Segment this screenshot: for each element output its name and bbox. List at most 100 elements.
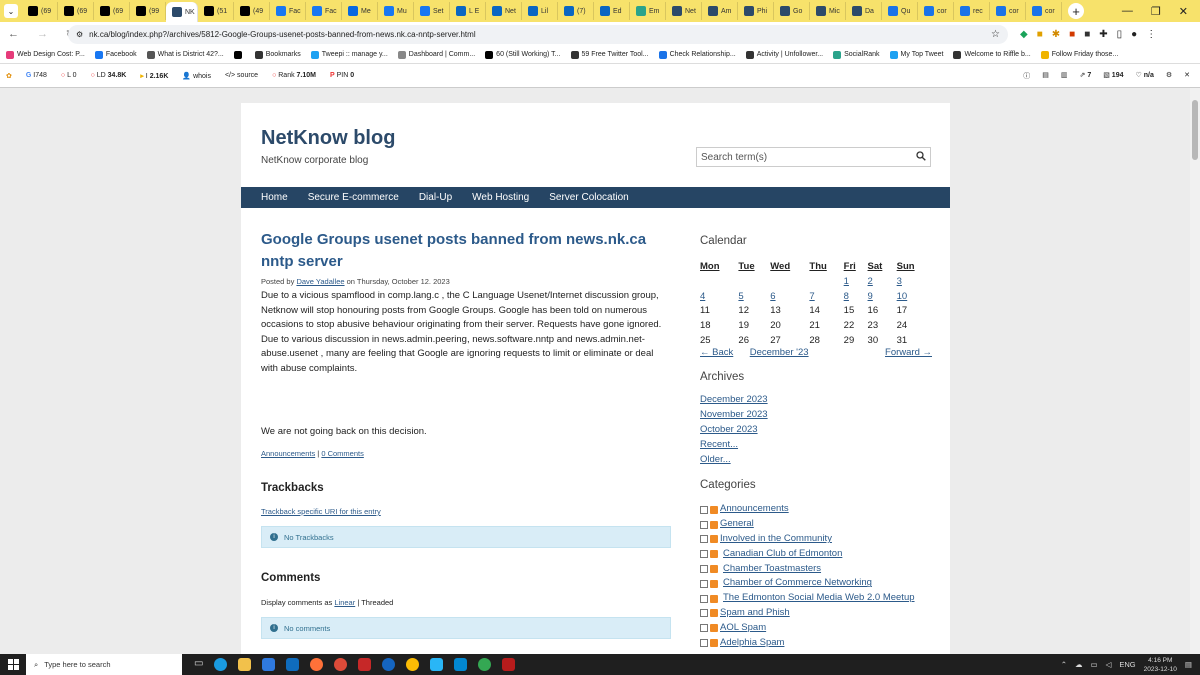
task-view-icon[interactable]: ▭	[194, 658, 203, 671]
extension-icon[interactable]: ■	[1084, 29, 1090, 40]
category-link[interactable]: Adelphia Spam	[720, 636, 784, 651]
comments-link[interactable]: 0 Comments	[321, 449, 364, 458]
seoquake-icon[interactable]: ✿	[6, 72, 12, 80]
category-checkbox[interactable]	[700, 609, 708, 618]
calendar-day[interactable]: 7	[809, 289, 843, 304]
bookmark-item[interactable]	[233, 50, 245, 59]
calendar-day-header[interactable]: Thu	[809, 261, 843, 274]
menu-item[interactable]: Home	[261, 192, 288, 203]
category-checkbox[interactable]	[700, 624, 708, 633]
calendar-day[interactable]: 8	[844, 289, 868, 304]
seo-close-icon[interactable]: ✕	[1184, 71, 1190, 81]
browser-tab[interactable]: Net	[666, 2, 702, 20]
edge-icon[interactable]	[214, 658, 228, 671]
bookmark-item[interactable]: Bookmarks	[254, 50, 301, 59]
menu-item[interactable]: Dial-Up	[419, 192, 452, 203]
notifications-icon[interactable]: ▤	[1185, 660, 1192, 669]
tab-search-icon[interactable]: ⌄	[4, 4, 18, 18]
volume-icon[interactable]: ◁	[1106, 660, 1112, 669]
rss-icon[interactable]	[710, 565, 718, 573]
bookmark-item[interactable]: Check Relationship...	[658, 50, 736, 59]
seo-i[interactable]: ▸ I 2.16K	[140, 72, 168, 80]
calendar-day-header[interactable]: Fri	[844, 261, 868, 274]
calendar-month-link[interactable]: December '23	[750, 347, 809, 358]
calendar-day-header[interactable]: Tue	[738, 261, 770, 274]
archive-link[interactable]: October 2023	[700, 423, 932, 438]
rss-icon[interactable]	[710, 579, 718, 588]
browser-tab[interactable]: Net	[486, 2, 522, 20]
browser-tab[interactable]: Go	[774, 2, 810, 20]
trackback-uri-link[interactable]: Trackback specific URI for this entry	[261, 507, 381, 516]
browser-tab[interactable]: Ed	[594, 2, 630, 20]
bookmark-item[interactable]: Follow Friday those...	[1040, 50, 1118, 59]
browser-tab[interactable]: Qu	[882, 2, 918, 20]
file-explorer-icon[interactable]	[238, 658, 252, 671]
new-tab-button[interactable]: +	[1068, 3, 1084, 19]
category-link[interactable]: Chamber Toastmasters	[723, 562, 821, 577]
sidebar-icon[interactable]: ▯	[1117, 29, 1123, 40]
app-icon[interactable]	[430, 658, 444, 671]
puzzle-icon[interactable]: ✚	[1099, 29, 1107, 40]
chrome-icon[interactable]	[334, 658, 348, 671]
browser-tab[interactable]: Set	[414, 2, 450, 20]
url-text[interactable]: nk.ca/blog/index.php?/archives/5812-Goog…	[89, 30, 985, 39]
category-link[interactable]: Chamber of Commerce Networking	[723, 576, 872, 591]
calendar-day[interactable]: 10	[897, 289, 932, 304]
extension-icon[interactable]: ✱	[1052, 29, 1060, 40]
app-icon[interactable]	[382, 658, 396, 671]
bookmark-item[interactable]: Facebook	[94, 50, 137, 59]
calendar-day-header[interactable]: Sat	[868, 261, 897, 274]
browser-tab[interactable]: (69	[58, 2, 94, 20]
calendar-day[interactable]: 2	[868, 274, 897, 289]
browser-tab[interactable]: (99	[130, 2, 166, 20]
calendar-day[interactable]: 6	[770, 289, 809, 304]
seo-settings-icon[interactable]: ⚙	[1166, 71, 1172, 81]
category-checkbox[interactable]	[700, 520, 708, 529]
category-link[interactable]: AOL Spam	[720, 621, 766, 636]
bookmark-item[interactable]: 59 Free Twitter Tool...	[570, 50, 649, 59]
category-checkbox[interactable]	[700, 638, 708, 647]
close-window-icon[interactable]: ✕	[1179, 5, 1188, 18]
bookmark-item[interactable]: SocialRank	[833, 50, 880, 59]
browser-tab[interactable]: Lil	[522, 2, 558, 20]
browser-tab[interactable]: cor	[918, 2, 954, 20]
app-icon[interactable]	[502, 658, 516, 671]
archive-link[interactable]: December 2023	[700, 393, 932, 408]
browser-tab[interactable]: Am	[702, 2, 738, 20]
extension-icon[interactable]: ■	[1037, 29, 1043, 40]
category-checkbox[interactable]	[700, 535, 708, 544]
seo-l[interactable]: ○ L 0	[61, 72, 77, 79]
browser-tab[interactable]: Fac	[306, 2, 342, 20]
minimize-icon[interactable]: —	[1122, 5, 1133, 18]
extension-icon[interactable]: ■	[1069, 29, 1075, 40]
browser-tab[interactable]: cor	[1026, 2, 1062, 20]
rss-icon[interactable]	[710, 550, 718, 559]
extension-icon[interactable]: ◆	[1020, 29, 1028, 40]
rss-icon[interactable]	[710, 520, 718, 529]
calendar-day[interactable]: 1	[844, 274, 868, 289]
browser-tab[interactable]: (69	[94, 2, 130, 20]
seo-whois[interactable]: 👤 whois	[182, 72, 211, 80]
archive-link[interactable]: Older...	[700, 453, 932, 468]
seo-doc-icon[interactable]: ▤	[1042, 71, 1049, 81]
browser-tab[interactable]: Da	[846, 2, 882, 20]
category-link[interactable]: Announcements	[720, 502, 789, 517]
calendar-day[interactable]: 5	[738, 289, 770, 304]
bookmark-item[interactable]: Web Design Cost: P...	[6, 50, 85, 59]
category-checkbox[interactable]	[700, 594, 708, 603]
author-link[interactable]: Dave Yadallee	[296, 277, 344, 286]
rss-icon[interactable]	[710, 594, 718, 603]
archive-link[interactable]: November 2023	[700, 408, 932, 423]
site-info-icon[interactable]: ⚙	[76, 30, 83, 39]
browser-tab[interactable]: (7)	[558, 2, 594, 20]
app-icon[interactable]	[454, 658, 468, 671]
calendar-day-header[interactable]: Wed	[770, 261, 809, 274]
calendar-day[interactable]: 4	[700, 289, 738, 304]
seo-source[interactable]: </> source	[225, 72, 258, 79]
browser-tab[interactable]: Em	[630, 2, 666, 20]
taskbar-search[interactable]: ⌕ Type here to search	[26, 654, 182, 675]
calendar-day[interactable]: 9	[868, 289, 897, 304]
firefox-icon[interactable]	[310, 658, 324, 671]
browser-tab[interactable]: Fac	[270, 2, 306, 20]
wifi-icon[interactable]: ▭	[1091, 660, 1098, 669]
